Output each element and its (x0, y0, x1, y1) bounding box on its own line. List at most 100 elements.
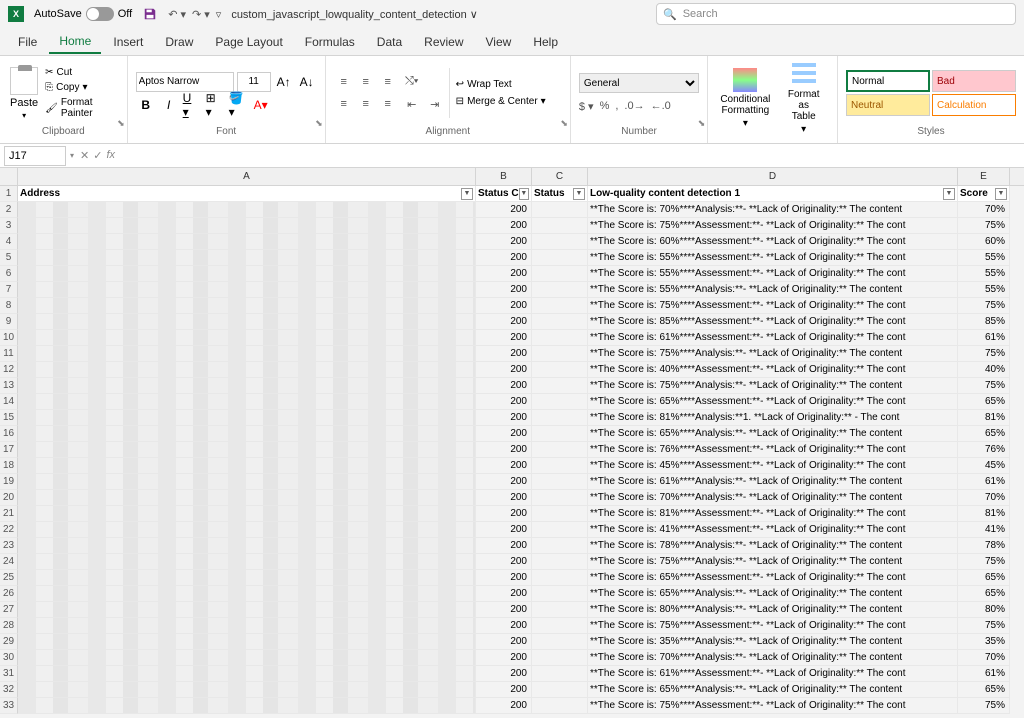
cell-status-code[interactable]: 200 (476, 330, 532, 346)
cell-status[interactable] (532, 218, 588, 234)
row-header[interactable]: 23 (0, 538, 18, 554)
row-header[interactable]: 30 (0, 650, 18, 666)
cell-status-code[interactable]: 200 (476, 666, 532, 682)
col-header-E[interactable]: E (958, 168, 1010, 185)
cell-detection[interactable]: **The Score is: 61%****Assessment:**- **… (588, 666, 958, 682)
filename[interactable]: custom_javascript_lowquality_content_det… (231, 8, 478, 21)
row-header[interactable]: 25 (0, 570, 18, 586)
increase-indent-icon[interactable]: ⇥ (425, 95, 445, 115)
tab-review[interactable]: Review (414, 31, 473, 53)
cell-score[interactable]: 70% (958, 202, 1010, 218)
cell-address[interactable] (18, 538, 476, 554)
comma-icon[interactable]: , (615, 100, 618, 113)
cell-detection[interactable]: **The Score is: 76%****Assessment:**- **… (588, 442, 958, 458)
fill-color-button[interactable]: 🪣▾ (228, 95, 248, 115)
cell-address[interactable] (18, 522, 476, 538)
cell-score[interactable]: 80% (958, 602, 1010, 618)
cell-status-code[interactable]: 200 (476, 538, 532, 554)
cell-detection[interactable]: **The Score is: 55%****Assessment:**- **… (588, 266, 958, 282)
cell-status-code[interactable]: 200 (476, 202, 532, 218)
conditional-formatting-button[interactable]: Conditional Formatting▾ (716, 66, 774, 131)
cell-status[interactable] (532, 538, 588, 554)
cell-score[interactable]: 70% (958, 650, 1010, 666)
cell-detection[interactable]: **The Score is: 65%****Analysis:**- **La… (588, 586, 958, 602)
tab-data[interactable]: Data (367, 31, 412, 53)
cell-status[interactable] (532, 282, 588, 298)
row-header[interactable]: 24 (0, 554, 18, 570)
row-header[interactable]: 13 (0, 378, 18, 394)
cell-status[interactable] (532, 458, 588, 474)
cell-status-code[interactable]: 200 (476, 362, 532, 378)
cell-detection[interactable]: **The Score is: 35%****Analysis:**- **La… (588, 634, 958, 650)
cell-status-code[interactable]: 200 (476, 234, 532, 250)
cell-address[interactable] (18, 602, 476, 618)
cell-status-code[interactable]: 200 (476, 698, 532, 714)
cell-address[interactable] (18, 634, 476, 650)
row-header[interactable]: 18 (0, 458, 18, 474)
decrease-indent-icon[interactable]: ⇤ (402, 95, 422, 115)
cell-status[interactable] (532, 250, 588, 266)
cell-status[interactable] (532, 634, 588, 650)
tab-file[interactable]: File (8, 31, 47, 53)
font-name-select[interactable] (136, 72, 234, 92)
cell-detection[interactable]: **The Score is: 75%****Assessment:**- **… (588, 698, 958, 714)
align-right-icon[interactable]: ≡ (378, 94, 398, 114)
bold-button[interactable]: B (136, 95, 156, 115)
underline-button[interactable]: U ▾ (182, 95, 202, 115)
cell-address[interactable] (18, 682, 476, 698)
copy-button[interactable]: ⎘Copy ▾ (44, 81, 119, 94)
save-icon[interactable] (142, 6, 158, 22)
cell-score[interactable]: 65% (958, 570, 1010, 586)
cell-address[interactable] (18, 330, 476, 346)
number-format-select[interactable]: General (579, 73, 699, 93)
tab-page-layout[interactable]: Page Layout (205, 31, 292, 53)
cell-status[interactable] (532, 202, 588, 218)
cell-status-code[interactable]: 200 (476, 266, 532, 282)
cell-status-code[interactable]: 200 (476, 522, 532, 538)
cell-detection[interactable]: **The Score is: 75%****Assessment:**- **… (588, 218, 958, 234)
cell-detection[interactable]: **The Score is: 55%****Assessment:**- **… (588, 250, 958, 266)
cell-address[interactable] (18, 218, 476, 234)
row-header[interactable]: 14 (0, 394, 18, 410)
cell-detection[interactable]: **The Score is: 45%****Assessment:**- **… (588, 458, 958, 474)
header-cell-D[interactable]: Low-quality content detection 1▼ (588, 186, 958, 202)
filter-icon[interactable]: ▼ (461, 188, 473, 200)
cell-score[interactable]: 81% (958, 410, 1010, 426)
dialog-launcher-icon[interactable]: ⬊ (560, 118, 568, 129)
cell-address[interactable] (18, 394, 476, 410)
row-header[interactable]: 28 (0, 618, 18, 634)
cell-detection[interactable]: **The Score is: 40%****Assessment:**- **… (588, 362, 958, 378)
tab-draw[interactable]: Draw (155, 31, 203, 53)
row-header[interactable]: 12 (0, 362, 18, 378)
cell-address[interactable] (18, 554, 476, 570)
cell-status-code[interactable]: 200 (476, 602, 532, 618)
cell-score[interactable]: 75% (958, 346, 1010, 362)
header-cell-B[interactable]: Status C▼ (476, 186, 532, 202)
orientation-icon[interactable]: ⤭▾ (402, 72, 422, 92)
cell-status-code[interactable]: 200 (476, 346, 532, 362)
cell-detection[interactable]: **The Score is: 55%****Analysis:**- **La… (588, 282, 958, 298)
align-top-icon[interactable]: ≡ (334, 72, 354, 92)
cell-detection[interactable]: **The Score is: 41%****Assessment:**- **… (588, 522, 958, 538)
align-center-icon[interactable]: ≡ (356, 94, 376, 114)
cell-address[interactable] (18, 410, 476, 426)
row-header[interactable]: 20 (0, 490, 18, 506)
style-neutral[interactable]: Neutral (846, 94, 930, 116)
style-normal[interactable]: Normal (846, 70, 930, 92)
cell-status[interactable] (532, 298, 588, 314)
cell-status[interactable] (532, 266, 588, 282)
cell-address[interactable] (18, 250, 476, 266)
cell-score[interactable]: 41% (958, 522, 1010, 538)
cell-score[interactable]: 65% (958, 586, 1010, 602)
cell-status[interactable] (532, 650, 588, 666)
cell-status[interactable] (532, 314, 588, 330)
style-bad[interactable]: Bad (932, 70, 1016, 92)
align-left-icon[interactable]: ≡ (334, 94, 354, 114)
decrease-decimal-icon[interactable]: ←.0 (651, 100, 671, 113)
cell-address[interactable] (18, 442, 476, 458)
font-size-select[interactable] (237, 72, 271, 92)
row-header[interactable]: 3 (0, 218, 18, 234)
tab-help[interactable]: Help (523, 31, 568, 53)
cell-status-code[interactable]: 200 (476, 250, 532, 266)
select-all-corner[interactable] (0, 168, 18, 185)
